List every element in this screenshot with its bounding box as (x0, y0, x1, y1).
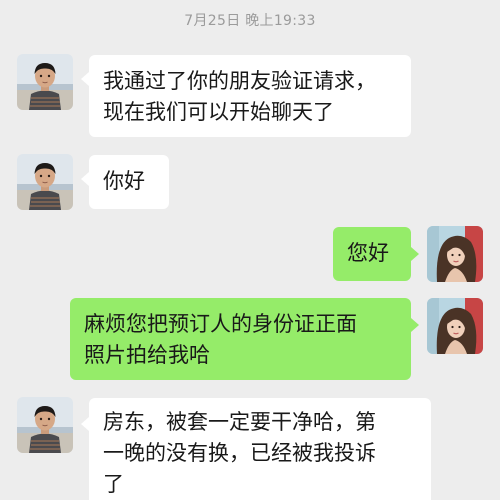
message-text-line: 照片拍给我哈 (84, 343, 210, 367)
bubble-tail (411, 318, 419, 332)
bubble-tail (81, 72, 89, 86)
message-bubble-incoming[interactable]: 房东，被套一定要干净哈，第 一晚的没有换，已经被我投诉 了 (89, 398, 431, 500)
message-text-line: 我通过了你的朋友验证请求， (103, 69, 376, 93)
woman-photo-avatar-icon (427, 298, 483, 354)
message-text-line: 了 (103, 472, 124, 496)
bubble-tail (81, 417, 89, 431)
chat-timestamp: 7月25日 晚上19:33 (184, 13, 316, 29)
boy-photo-avatar-icon (17, 54, 73, 110)
boy-photo-avatar-icon (17, 397, 73, 453)
message-text-line: 您好 (347, 241, 389, 265)
message-bubble-outgoing[interactable]: 麻烦您把预订人的身份证正面 照片拍给我哈 (70, 298, 411, 380)
boy-photo-avatar-icon (17, 154, 73, 210)
message-bubble-outgoing[interactable]: 您好 (333, 227, 411, 281)
message-text-line: 一晚的没有换，已经被我投诉 (103, 441, 376, 465)
my-avatar[interactable] (427, 226, 483, 282)
contact-avatar[interactable] (17, 397, 73, 453)
contact-avatar[interactable] (17, 154, 73, 210)
bubble-tail (411, 247, 419, 261)
message-text-line: 房东，被套一定要干净哈，第 (103, 410, 376, 434)
message-bubble-incoming[interactable]: 我通过了你的朋友验证请求， 现在我们可以开始聊天了 (89, 55, 411, 137)
contact-avatar[interactable] (17, 54, 73, 110)
message-text-line: 麻烦您把预订人的身份证正面 (84, 312, 357, 336)
message-text-line: 你好 (103, 169, 145, 193)
my-avatar[interactable] (427, 298, 483, 354)
message-text-line: 现在我们可以开始聊天了 (103, 100, 334, 124)
bubble-tail (81, 172, 89, 186)
message-bubble-incoming[interactable]: 你好 (89, 155, 169, 209)
woman-photo-avatar-icon (427, 226, 483, 282)
